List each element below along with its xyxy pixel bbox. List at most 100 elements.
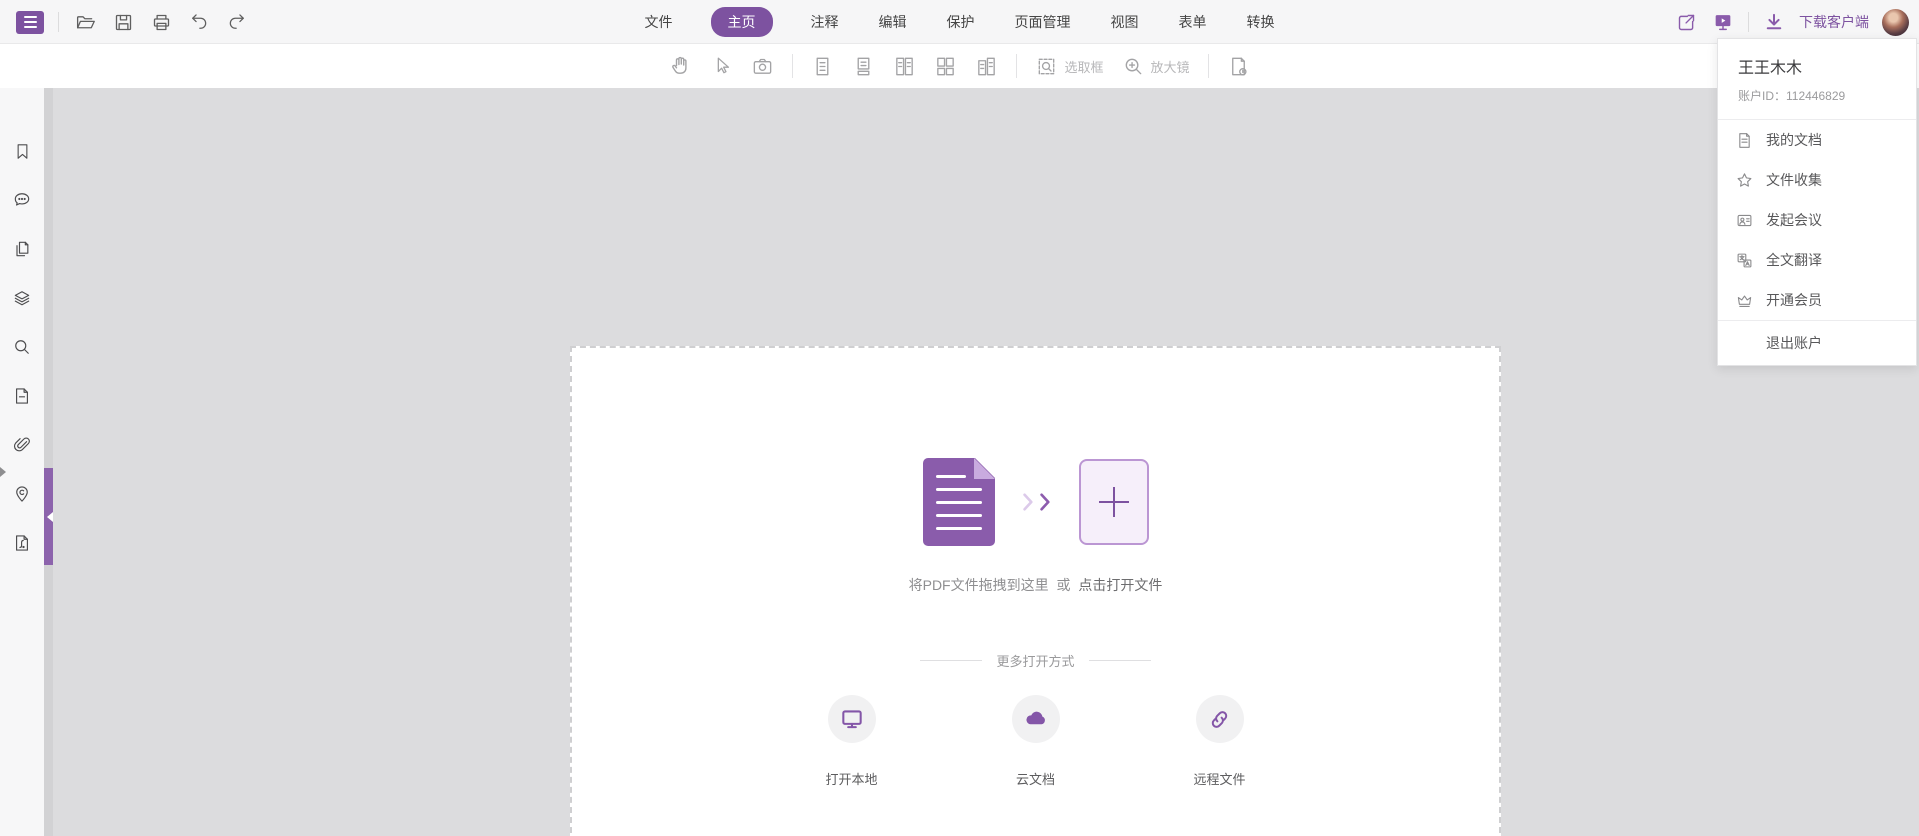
layers-icon [12, 288, 32, 308]
cloud-docs-label: 云文档 [1016, 769, 1055, 788]
facing-pages-icon [893, 55, 916, 78]
account-header: 王王木木 账户ID：112446829 [1718, 39, 1916, 119]
divider [1748, 12, 1749, 32]
account-id: 账户ID：112446829 [1738, 87, 1916, 119]
open-options: 打开本地 云文档 [572, 695, 1499, 788]
download-client-label[interactable]: 下载客户端 [1799, 12, 1869, 32]
share-icon [1676, 12, 1697, 33]
snapshot-button[interactable] [751, 55, 774, 78]
open-file-link[interactable]: 点击打开文件 [1078, 577, 1162, 593]
logout-button[interactable]: 退出账户 [1718, 321, 1916, 365]
sidebar-gutter [44, 88, 53, 836]
cloud-docs-option[interactable]: 云文档 [976, 695, 1096, 788]
comment-icon [12, 190, 32, 210]
menu-tab-page-manage[interactable]: 页面管理 [1013, 8, 1073, 36]
pdf-document-graphic [923, 458, 995, 546]
file-collection-item[interactable]: 文件收集 [1718, 160, 1916, 200]
signature-document-icon [12, 533, 32, 553]
panel-collapse-handle[interactable] [44, 468, 53, 565]
dropzone-illustration [572, 458, 1499, 546]
start-meeting-label: 发起会议 [1766, 210, 1822, 230]
file-collection-label: 文件收集 [1766, 170, 1822, 190]
cloud-icon [1022, 705, 1050, 733]
sidebar-thumbnails-button[interactable] [11, 385, 33, 407]
document-info-icon [1227, 55, 1250, 78]
menu-tab-file[interactable]: 文件 [643, 8, 675, 36]
camera-icon [751, 55, 774, 78]
menu-tab-protect[interactable]: 保护 [945, 8, 977, 36]
account-username: 王王木木 [1738, 54, 1916, 78]
menu-tab-convert[interactable]: 转换 [1245, 8, 1277, 36]
split-view-button[interactable] [975, 55, 998, 78]
sidebar-bookmarks-button[interactable] [11, 140, 33, 162]
start-meeting-item[interactable]: 发起会议 [1718, 200, 1916, 240]
upgrade-membership-label: 开通会员 [1766, 290, 1822, 310]
menu-tab-view[interactable]: 视图 [1109, 8, 1141, 36]
document-info-button[interactable] [1227, 55, 1250, 78]
menu-tab-form[interactable]: 表单 [1177, 8, 1209, 36]
continuous-view-button[interactable] [852, 55, 875, 78]
menubar: 文件 主页 注释 编辑 保护 页面管理 视图 表单 转换 [0, 0, 1919, 44]
search-icon [12, 337, 32, 357]
remote-file-label: 远程文件 [1193, 769, 1245, 788]
user-avatar[interactable] [1882, 9, 1909, 36]
magnifier-button[interactable]: 放大镜 [1122, 55, 1190, 78]
crown-icon [1736, 292, 1753, 309]
more-ways-label: 更多打开方式 [996, 651, 1074, 670]
open-local-label: 打开本地 [825, 769, 877, 788]
menu-tab-edit[interactable]: 编辑 [877, 8, 909, 36]
pdf-dropzone[interactable]: 将PDF文件拖拽到这里 或 点击打开文件 更多打开方式 打开本地 [570, 346, 1501, 836]
sidebar-signatures-button[interactable] [11, 532, 33, 554]
drag-hint: 将PDF文件拖拽到这里 [909, 577, 1049, 593]
account-dropdown: 王王木木 账户ID：112446829 我的文档 文件收集 发起会议 [1717, 38, 1917, 366]
download-client-button[interactable] [1762, 10, 1786, 34]
marquee-zoom-label: 选取框 [1064, 57, 1103, 76]
add-file-button[interactable] [1079, 459, 1149, 545]
translate-icon [1736, 252, 1753, 269]
link-icon [1207, 707, 1232, 732]
bookmark-icon [13, 142, 32, 161]
divider [1016, 54, 1017, 78]
monitor-icon [839, 706, 865, 732]
upgrade-membership-item[interactable]: 开通会员 [1718, 280, 1916, 320]
select-tool-button[interactable] [711, 55, 733, 77]
panel-expand-arrow[interactable] [0, 467, 6, 477]
more-ways-divider: 更多打开方式 [572, 651, 1499, 670]
sidebar-pages-button[interactable] [11, 238, 33, 260]
marquee-zoom-button[interactable]: 选取框 [1035, 55, 1103, 78]
remote-file-option[interactable]: 远程文件 [1160, 695, 1280, 788]
meeting-icon [1736, 212, 1753, 229]
paperclip-icon [12, 435, 32, 455]
dropzone-hint-text: 将PDF文件拖拽到这里 或 点击打开文件 [572, 575, 1499, 595]
sidebar-search-button[interactable] [11, 336, 33, 358]
facing-view-button[interactable] [893, 55, 916, 78]
sidebar-comments-button[interactable] [11, 189, 33, 211]
share-button[interactable] [1674, 10, 1698, 34]
hand-tool-button[interactable] [669, 54, 693, 78]
divider [792, 54, 793, 78]
menu-tab-comment[interactable]: 注释 [809, 8, 841, 36]
sidebar-layers-button[interactable] [11, 287, 33, 309]
navigation-sidebar [0, 88, 44, 836]
menu-tab-home[interactable]: 主页 [711, 7, 773, 37]
sidebar-attachments-button[interactable] [11, 434, 33, 456]
my-documents-label: 我的文档 [1766, 130, 1822, 150]
pdf-app-window: 文件 主页 注释 编辑 保护 页面管理 视图 表单 转换 [0, 0, 1919, 836]
full-translation-item[interactable]: 全文翻译 [1718, 240, 1916, 280]
pages-icon [12, 239, 32, 259]
hand-icon [669, 54, 693, 78]
arrow-chevrons-icon [1021, 492, 1053, 512]
facing-continuous-view-button[interactable] [934, 55, 957, 78]
location-pin-icon [12, 484, 32, 504]
magnifier-label: 放大镜 [1151, 57, 1190, 76]
single-page-view-button[interactable] [811, 55, 834, 78]
presentation-button[interactable] [1711, 10, 1735, 34]
full-translation-label: 全文翻译 [1766, 250, 1822, 270]
download-icon [1764, 12, 1784, 32]
divider [1208, 54, 1209, 78]
magnifier-plus-icon [1122, 55, 1145, 78]
document-icon [1736, 132, 1753, 149]
sidebar-destinations-button[interactable] [11, 483, 33, 505]
open-local-option[interactable]: 打开本地 [792, 695, 912, 788]
my-documents-item[interactable]: 我的文档 [1718, 120, 1916, 160]
